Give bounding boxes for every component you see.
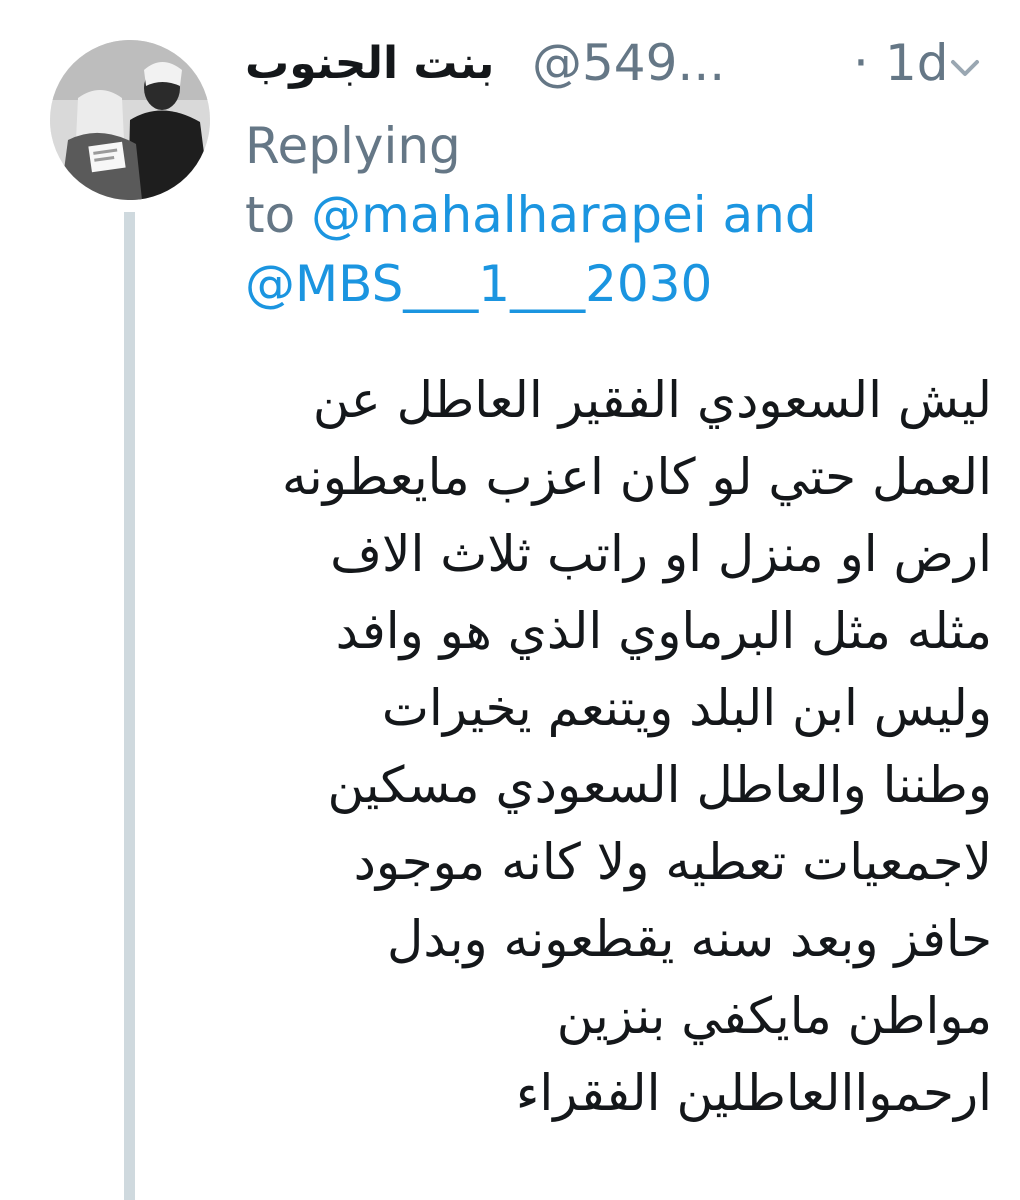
tweet-text: ليش السعودي الفقير العاطل عن العمل حتي ل…	[232, 362, 992, 1132]
tweet-text-line: ليش السعودي الفقير العاطل عن	[312, 371, 992, 429]
tweet-text-line: ارض او منزل او راتب ثلاث الاف	[330, 525, 992, 583]
separator-dot: ·	[853, 34, 869, 92]
tweet-text-line: مواطن مايكفي بنزين	[556, 987, 992, 1045]
timestamp[interactable]: 1d	[885, 34, 949, 92]
display-name[interactable]: بنت الجنوب	[245, 38, 494, 89]
avatar-photo	[50, 40, 210, 200]
tweet-text-line: مثله مثل البرماوي الذي هو وافد	[335, 602, 992, 660]
to-label: to	[245, 186, 296, 244]
tweet-text-line: لاجمعيات تعطيه ولا كانه موجود	[353, 833, 992, 891]
chevron-down-icon[interactable]	[947, 54, 983, 82]
mention-link[interactable]: @mahalharapei	[311, 186, 706, 244]
mention-link[interactable]: @MBS___1___2030	[245, 250, 865, 319]
avatar[interactable]	[50, 40, 210, 200]
replying-to-line: to @mahalharapei and	[245, 181, 865, 250]
tweet-text-line: العمل حتي لو كان اعزب مايعطونه	[282, 448, 992, 506]
tweet-text-line: وليس ابن البلد ويتنعم يخيرات	[381, 679, 992, 737]
tweet-text-line: ارحمواالعاطلين الفقراء	[515, 1064, 992, 1122]
replying-to: Replying to @mahalharapei and @MBS___1__…	[245, 112, 865, 319]
thread-line	[124, 212, 135, 1200]
tweet-text-line: وطننا والعاطل السعودي مسكين	[327, 756, 992, 814]
tweet-header: بنت الجنوب @549... · 1d	[245, 34, 1000, 102]
and-label[interactable]: and	[723, 186, 817, 244]
tweet-text-line: حافز وبعد سنه يقطعونه وبدل	[387, 910, 992, 968]
user-handle[interactable]: @549...	[532, 34, 725, 92]
replying-label: Replying	[245, 117, 461, 175]
